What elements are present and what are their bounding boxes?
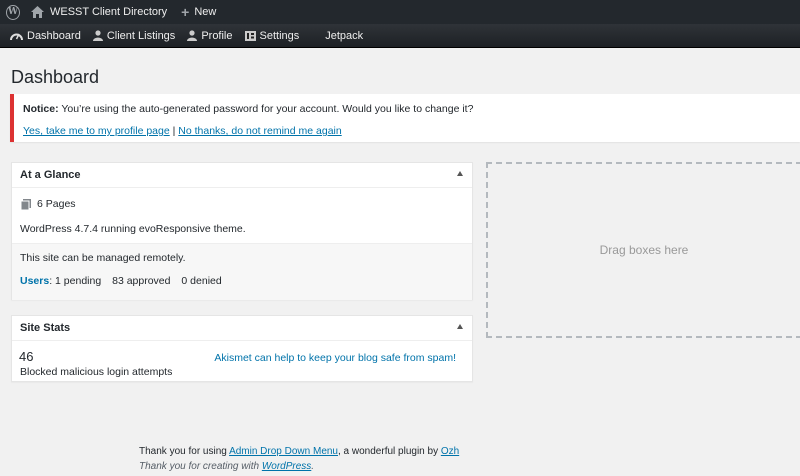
pages-count-link[interactable]: 6 Pages — [21, 198, 76, 210]
footer-text: Thank you for using — [139, 446, 230, 457]
new-label: New — [194, 6, 217, 18]
akismet-link[interactable]: Akismet can help to keep your blog safe … — [214, 352, 456, 364]
wordpress-link[interactable]: WordPress — [262, 461, 311, 472]
site-stats-widget: Site Stats 46 Blocked malicious login at… — [11, 315, 473, 382]
user-icon — [92, 30, 103, 41]
menu-item-label: Profile — [201, 29, 233, 42]
widget-header[interactable]: At a Glance — [12, 163, 472, 188]
blocked-label: Blocked malicious login attempts — [20, 366, 173, 378]
denied-count: 0 denied — [181, 275, 222, 287]
remote-management-text: This site can be managed remotely. — [20, 252, 186, 264]
footer-line-wordpress: Thank you for creating with WordPress. — [139, 459, 459, 474]
users-colon: : — [49, 275, 53, 287]
user-icon — [187, 30, 198, 41]
menu-item-profile[interactable]: Profile — [183, 24, 236, 48]
notice-label: Notice: — [23, 103, 59, 115]
drag-boxes-drop-zone[interactable]: Drag boxes here — [486, 162, 800, 338]
menu-item-settings[interactable]: Settings — [241, 24, 304, 48]
site-name: WESST Client Directory — [50, 6, 168, 18]
widget-title: Site Stats — [20, 322, 71, 334]
menu-item-client-listings[interactable]: Client Listings — [89, 24, 179, 48]
version-text: WordPress 4.7.4 running evoResponsive th… — [20, 223, 246, 235]
menu-item-label: Jetpack — [325, 29, 364, 42]
wordpress-logo-icon: W — [6, 4, 20, 20]
pages-icon — [21, 198, 31, 210]
admin-bar: W WESST Client Directory + New — [0, 0, 800, 24]
collapse-toggle-icon[interactable] — [457, 324, 463, 329]
notice-message: Notice: You’re using the auto-generated … — [23, 102, 790, 116]
menu-item-label: Client Listings — [106, 29, 176, 42]
footer-line-plugin: Thank you for using Admin Drop Down Menu… — [139, 444, 459, 459]
plus-icon: + — [181, 4, 190, 20]
menu-item-jetpack[interactable]: Jetpack — [321, 24, 367, 48]
pending-count: 1 pending — [55, 275, 102, 287]
admin-menu-bar: Dashboard Client Listings Profile Settin… — [0, 24, 800, 48]
change-password-link[interactable]: Yes, take me to my profile page — [23, 125, 170, 137]
notice-actions: Yes, take me to my profile page | No tha… — [23, 124, 790, 138]
blocked-count: 46 — [19, 349, 34, 364]
notice-text: You’re using the auto-generated password… — [58, 103, 474, 115]
at-a-glance-widget: At a Glance 6 Pages WordPress 4.7.4 runn… — [11, 162, 473, 300]
footer-text: , a wonderful plugin by — [338, 446, 441, 457]
dashboard-icon — [10, 30, 23, 41]
home-icon — [31, 6, 44, 18]
site-name-menu[interactable]: WESST Client Directory — [24, 0, 174, 24]
dismiss-notice-link[interactable]: No thanks, do not remind me again — [178, 125, 341, 137]
glance-footer: This site can be managed remotely. Users… — [12, 243, 472, 300]
users-link[interactable]: Users — [20, 275, 49, 287]
settings-icon — [244, 30, 256, 41]
plugin-link[interactable]: Admin Drop Down Menu — [229, 446, 338, 457]
notice-separator: | — [172, 125, 176, 137]
collapse-toggle-icon[interactable] — [457, 171, 463, 176]
approved-count: 83 approved — [112, 275, 171, 287]
password-notice: Notice: You’re using the auto-generated … — [10, 94, 800, 142]
author-link[interactable]: Ozh — [441, 446, 459, 457]
menu-item-dashboard[interactable]: Dashboard — [6, 24, 85, 48]
menu-item-label: Settings — [259, 29, 300, 42]
new-content-menu[interactable]: + New — [174, 0, 223, 24]
widget-title: At a Glance — [20, 169, 81, 181]
footer-text: . — [311, 461, 315, 472]
footer-text: Thank you for creating with — [139, 461, 262, 472]
pages-count: 6 Pages — [37, 198, 76, 210]
wordpress-logo-menu[interactable]: W — [0, 0, 24, 24]
drop-zone-label: Drag boxes here — [599, 243, 689, 257]
menu-item-label: Dashboard — [27, 29, 81, 42]
user-counts: Users: 1 pending 83 approved 0 denied — [20, 275, 222, 287]
page-title: Dashboard — [11, 67, 100, 87]
widget-header[interactable]: Site Stats — [12, 316, 472, 341]
admin-footer: Thank you for using Admin Drop Down Menu… — [139, 444, 459, 474]
